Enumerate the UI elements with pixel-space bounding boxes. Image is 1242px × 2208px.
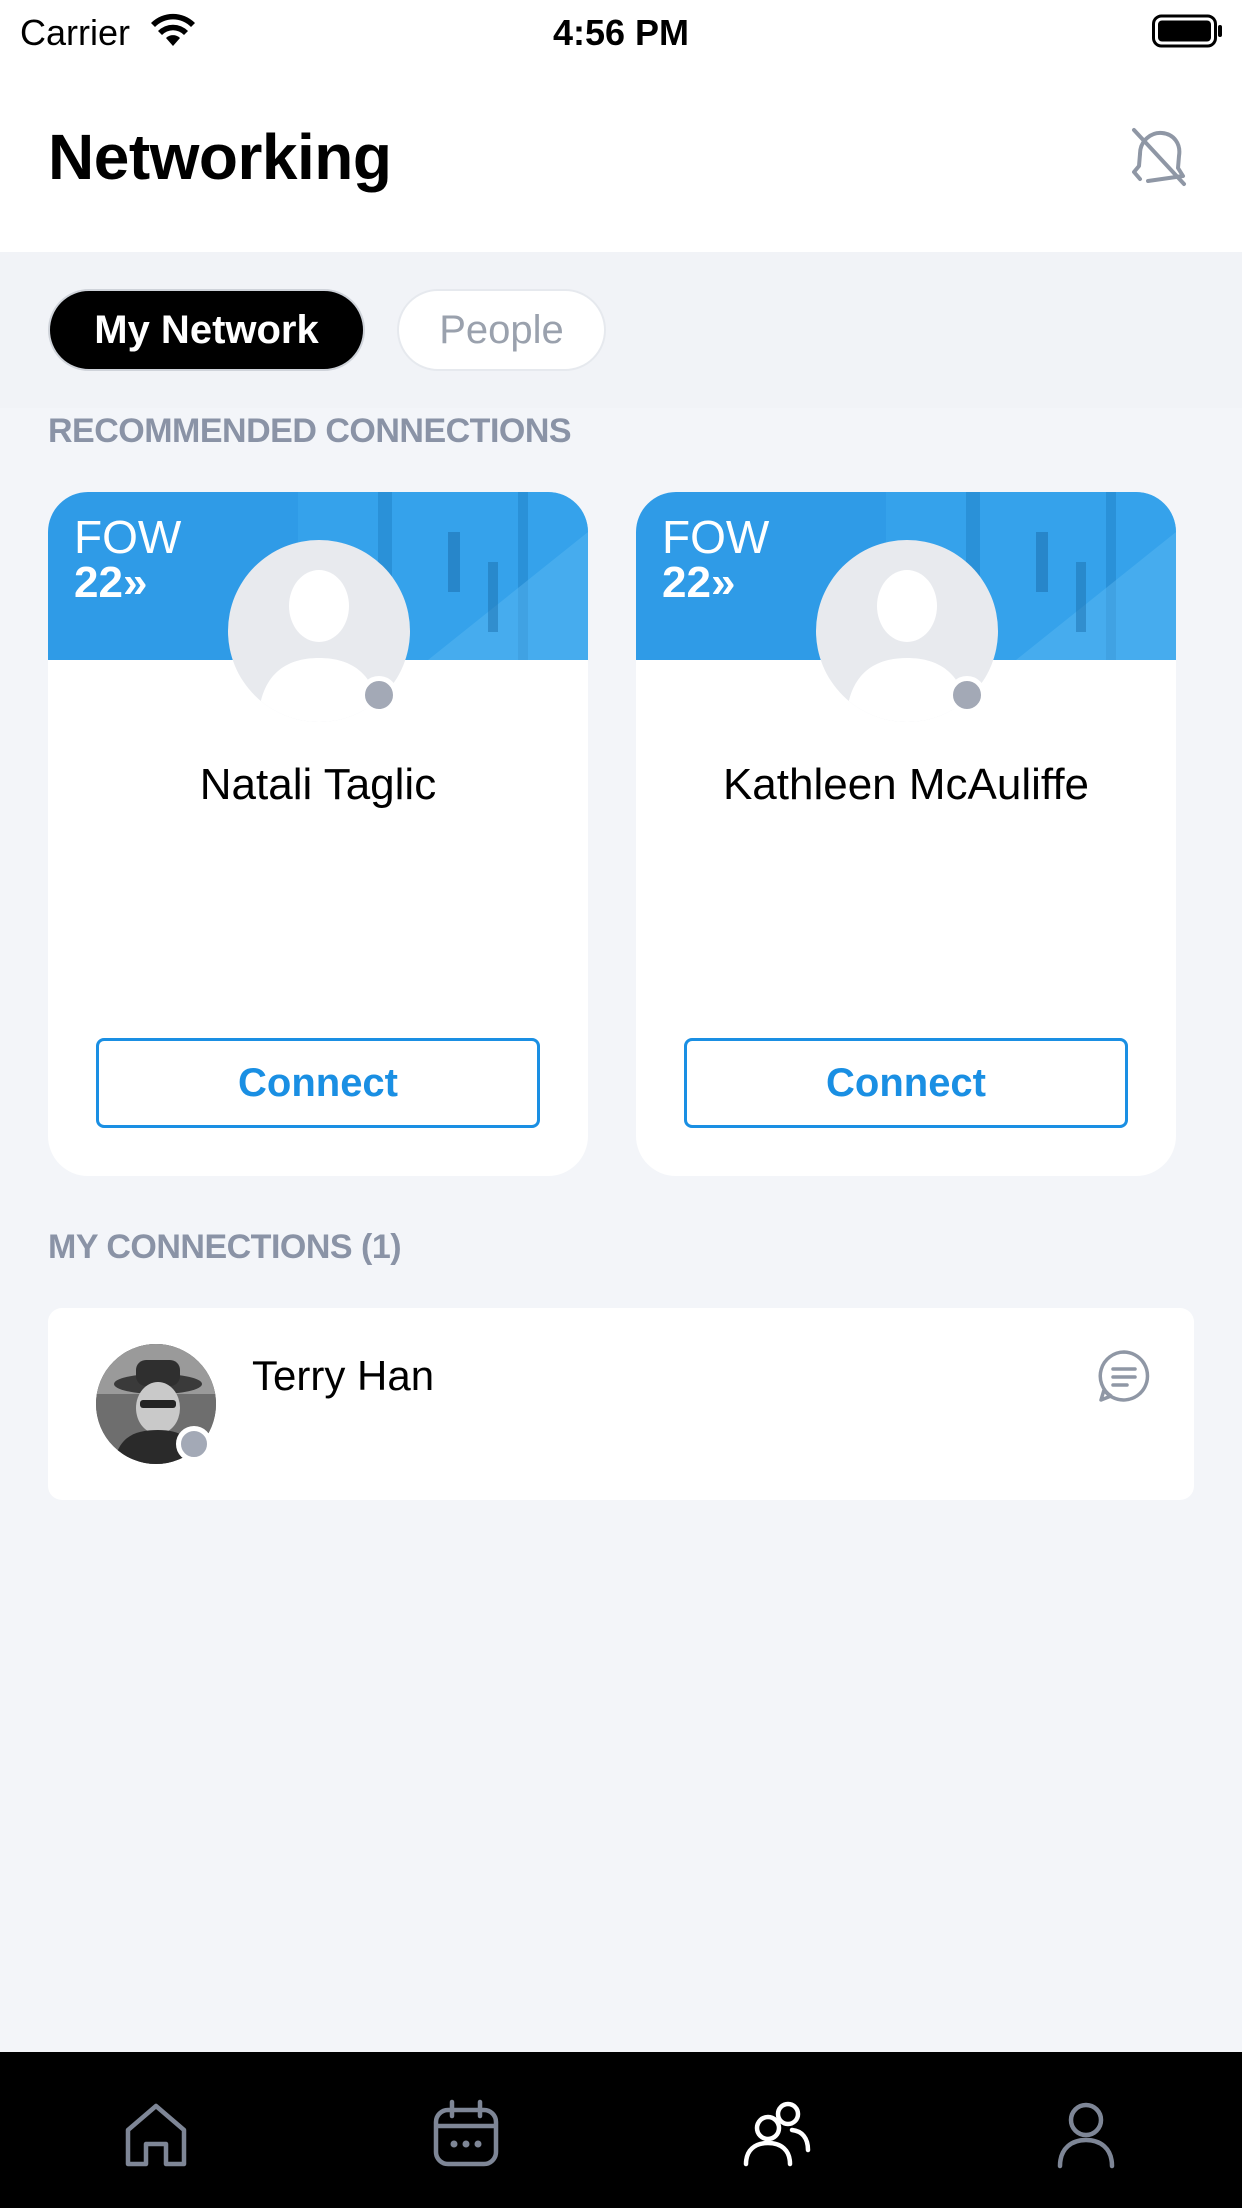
recommended-name: Natali Taglic: [199, 760, 437, 809]
tab-my-network[interactable]: My Network: [48, 289, 365, 371]
connection-name: Terry Han: [252, 1352, 435, 1399]
recommended-name: Kathleen McAuliffe: [722, 760, 1090, 809]
profile-icon[interactable]: [1050, 2098, 1122, 2170]
battery-icon: [1152, 14, 1222, 48]
tab-bar: [0, 2052, 1242, 2208]
tab-people[interactable]: People: [397, 289, 606, 371]
recommended-section-title: RECOMMENDED CONNECTIONS: [48, 412, 572, 450]
segment-tabs: My Network People: [0, 252, 1242, 408]
event-logo-line1: FOW: [662, 511, 770, 563]
event-logo-line1: FOW: [74, 511, 182, 563]
event-logo-line2: 22»: [74, 558, 148, 607]
presence-dot: [948, 676, 986, 714]
calendar-icon[interactable]: [430, 2098, 502, 2170]
event-logo-line2: 22»: [662, 558, 736, 607]
presence-dot: [360, 676, 398, 714]
clock: 4:56 PM: [552, 12, 690, 53]
event-logo: FOW 22»: [662, 514, 769, 606]
home-icon[interactable]: [120, 2098, 192, 2170]
connect-button[interactable]: Connect: [684, 1038, 1128, 1128]
presence-dot: [176, 1426, 212, 1462]
page-title: Networking: [48, 121, 392, 193]
people-icon[interactable]: [740, 2098, 812, 2170]
header: Networking: [0, 62, 1242, 252]
connect-button[interactable]: Connect: [96, 1038, 540, 1128]
event-logo: FOW 22»: [74, 514, 181, 606]
bell-off-icon[interactable]: [1126, 124, 1192, 190]
connection-row[interactable]: Terry Han: [48, 1308, 1194, 1500]
recommended-card[interactable]: FOW 22» Kathleen McAuliffe Connect: [636, 492, 1176, 1176]
recommended-card[interactable]: FOW 22» Natali Taglic Connect: [48, 492, 588, 1176]
status-bar: Carrier 4:56 PM: [0, 0, 1242, 62]
chat-icon[interactable]: [1096, 1348, 1152, 1404]
connections-section-title: MY CONNECTIONS (1): [48, 1228, 402, 1266]
